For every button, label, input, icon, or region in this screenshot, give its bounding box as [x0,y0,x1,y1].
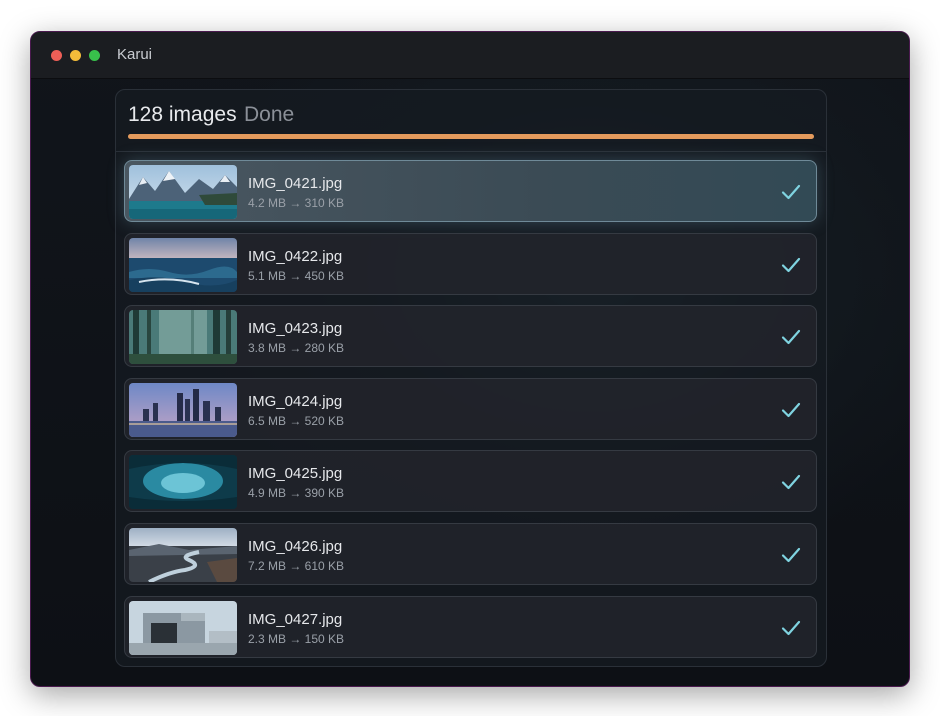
file-size-change: 2.3 MB → 150 KB [248,631,345,646]
close-window-button[interactable] [51,50,62,61]
image-count: 128 images [128,103,237,126]
checkmark-icon [780,617,802,639]
checkmark-icon [780,326,802,348]
thumbnail-city-skyline [129,382,237,437]
file-row[interactable]: IMG_0425.jpg 4.9 MB → 390 KB [124,450,817,513]
file-row[interactable]: IMG_0424.jpg 6.5 MB → 520 KB [124,377,817,440]
file-size-change: 6.5 MB → 520 KB [248,413,345,428]
file-size-change: 7.2 MB → 610 KB [248,559,345,573]
window-title: Karui [117,46,153,63]
thumbnail-ice-cave [129,455,237,510]
file-size-change: 4.2 MB → 310 KB [248,196,345,210]
checkmark-icon [780,471,802,493]
thumbnail-river-valley [129,528,237,582]
file-row[interactable]: IMG_0426.jpg 7.2 MB → 610 KB [124,523,817,585]
checkmark-icon [780,181,802,203]
status-label: Done [244,103,295,126]
progress-fill [128,134,814,139]
file-name: IMG_0422.jpg [248,247,343,265]
thumbnail-misty-forest [129,310,237,365]
file-name: IMG_0426.jpg [248,538,343,555]
progress-bar [128,134,814,139]
file-size-change: 4.9 MB → 390 KB [248,486,345,501]
file-row[interactable]: IMG_0422.jpg 5.1 MB → 450 KB [124,232,817,295]
title-bar: Karui [31,32,909,79]
file-name: IMG_0421.jpg [248,175,343,192]
file-name: IMG_0427.jpg [248,610,343,628]
checkmark-icon [780,544,802,566]
thumbnail-mountain-lake [129,165,237,219]
thumbnail-concrete-building [129,600,237,655]
thumbnail-ocean-waves [129,237,237,292]
file-row[interactable]: IMG_0421.jpg 4.2 MB → 310 KB [124,160,817,222]
app-window: Karui 128 images Done IMG_0421.jpg 4.2 MB… [30,31,910,687]
file-name: IMG_0423.jpg [248,320,343,338]
file-row[interactable]: IMG_0427.jpg 2.3 MB → 150 KB [124,595,817,658]
file-name: IMG_0424.jpg [248,392,343,410]
checkmark-icon [780,254,802,276]
file-size-change: 3.8 MB → 280 KB [248,341,345,356]
checkmark-icon [780,399,802,421]
file-size-change: 5.1 MB → 450 KB [248,268,345,283]
minimize-window-button[interactable] [70,50,81,61]
results-header: 128 images Done [116,90,826,152]
results-panel: 128 images Done IMG_0421.jpg 4.2 MB → 310… [115,89,827,667]
file-row[interactable]: IMG_0423.jpg 3.8 MB → 280 KB [124,305,817,368]
maximize-window-button[interactable] [89,50,100,61]
file-name: IMG_0425.jpg [248,465,343,483]
